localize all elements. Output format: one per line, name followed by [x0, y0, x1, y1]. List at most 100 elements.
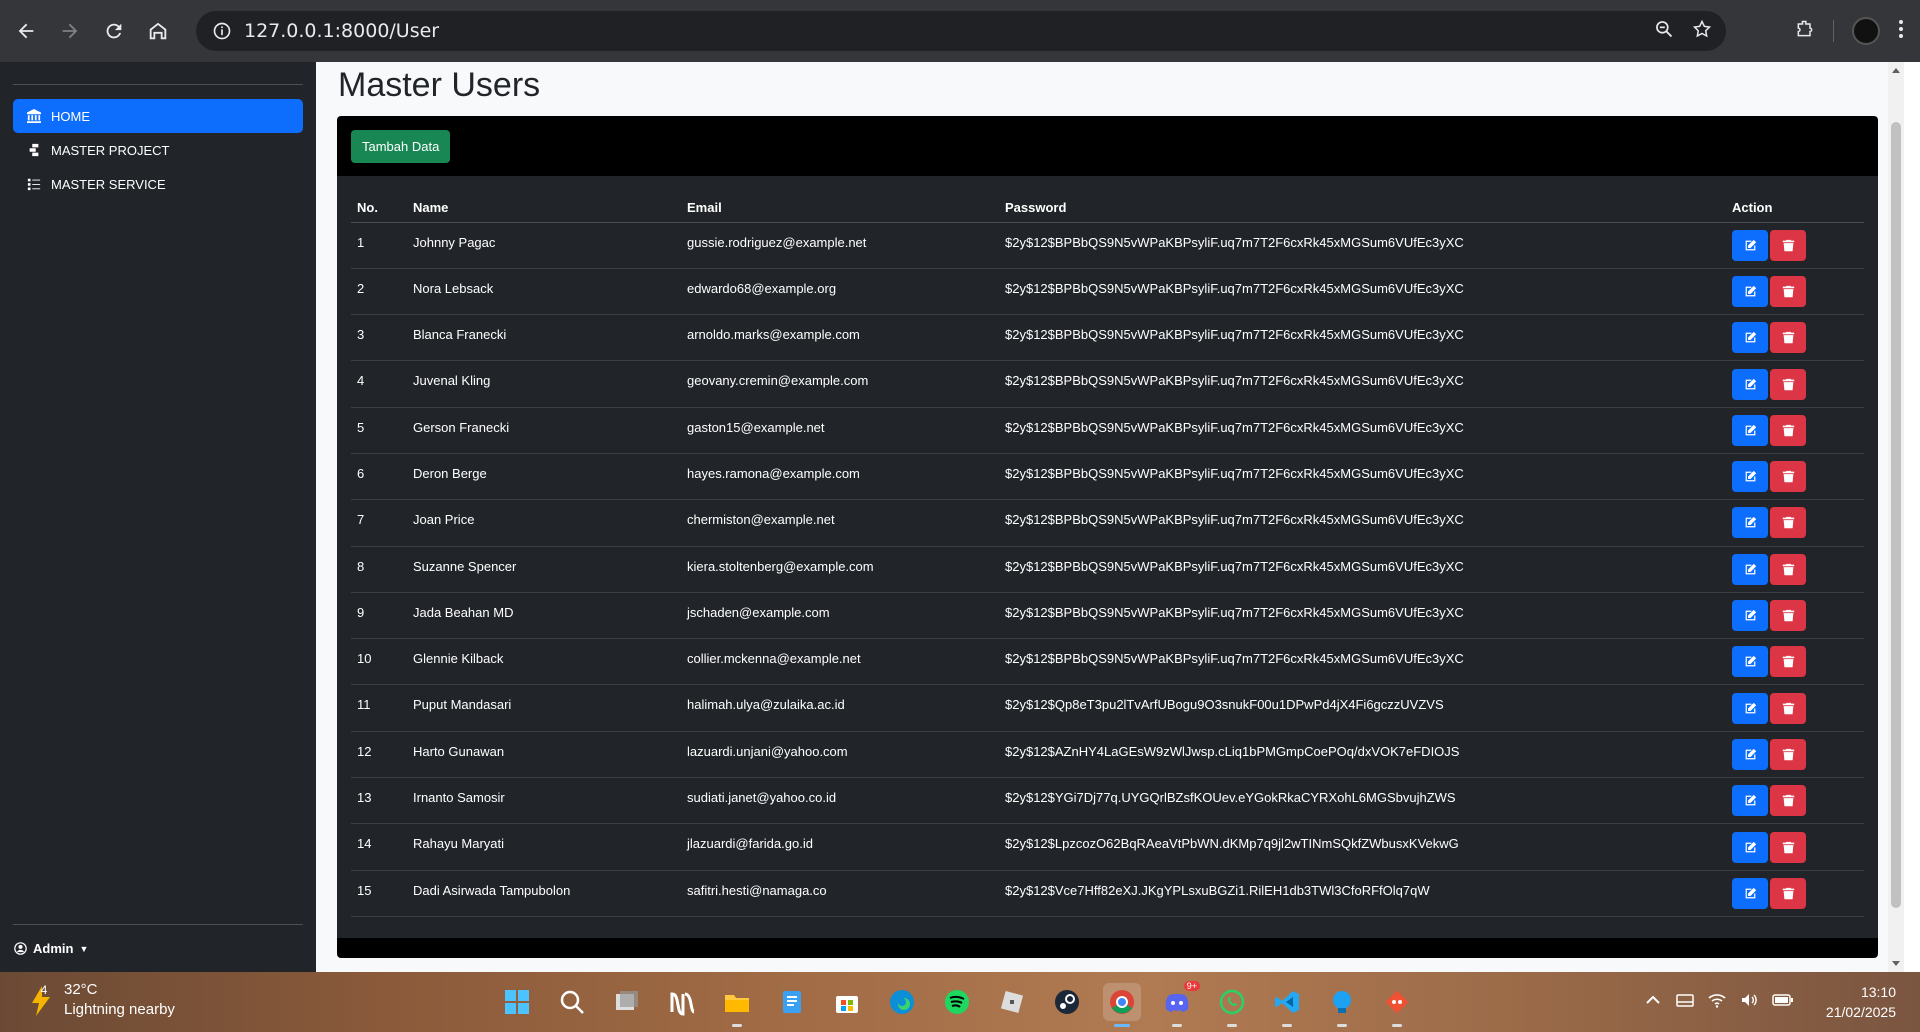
cell-password: $2y$12$BPBbQS9N5vWPaKBPsyliF.uq7m7T2F6cx… [999, 546, 1726, 593]
add-data-button[interactable]: Tambah Data [351, 129, 451, 163]
edit-button[interactable] [1732, 600, 1768, 632]
edit-button[interactable] [1732, 414, 1768, 446]
edit-icon [1745, 841, 1756, 852]
cell-password: $2y$12$BPBbQS9N5vWPaKBPsyliF.uq7m7T2F6cx… [999, 268, 1726, 316]
edge-icon[interactable] [883, 983, 921, 1021]
delete-button[interactable] [1770, 507, 1806, 539]
delete-button[interactable] [1770, 368, 1806, 400]
chrome-icon[interactable] [1103, 983, 1141, 1027]
cell-action [1726, 314, 1864, 362]
delete-button[interactable] [1770, 553, 1806, 585]
notion-icon[interactable] [663, 983, 701, 1021]
notepad-icon[interactable] [773, 983, 811, 1021]
delete-button[interactable] [1770, 877, 1806, 909]
cell-action [1726, 870, 1864, 917]
edit-button[interactable] [1732, 229, 1768, 261]
weather-widget[interactable]: 4 32°C Lightning nearby [28, 980, 175, 1020]
task-view-icon[interactable] [608, 983, 646, 1021]
edit-button[interactable] [1732, 877, 1768, 909]
table-row: 10 Glennie Kilback collier.mckenna@example… [351, 638, 1864, 686]
battery-icon[interactable] [1772, 991, 1794, 1014]
list-icon [27, 178, 41, 191]
delete-button[interactable] [1770, 600, 1806, 632]
tablet-icon[interactable] [1676, 991, 1694, 1014]
home-button[interactable] [136, 9, 180, 53]
profile-avatar[interactable] [1852, 17, 1880, 45]
more-menu-icon[interactable] [1898, 19, 1904, 44]
table-header-row: No. Name Email Password Action [351, 188, 1864, 223]
user-name: Admin [33, 941, 74, 956]
volume-icon[interactable] [1740, 991, 1758, 1014]
steam-icon[interactable] [1048, 983, 1086, 1021]
edit-button[interactable] [1732, 646, 1768, 678]
back-button[interactable] [4, 9, 48, 53]
cell-action [1726, 222, 1864, 269]
edit-icon [1745, 378, 1756, 389]
edit-button[interactable] [1732, 368, 1768, 400]
user-dropdown[interactable]: Admin ▼ [14, 941, 88, 956]
delete-button[interactable] [1770, 646, 1806, 678]
cell-no: 9 [351, 592, 407, 640]
sidebar-item-home[interactable]: HOME [13, 99, 303, 133]
spotify-icon[interactable] [938, 983, 976, 1021]
column-header-action: Action [1726, 188, 1864, 223]
delete-button[interactable] [1770, 831, 1806, 863]
page-scrollbar[interactable] [1888, 62, 1904, 972]
delete-button[interactable] [1770, 738, 1806, 770]
edit-button[interactable] [1732, 553, 1768, 585]
scroll-up-arrow[interactable] [1892, 68, 1900, 73]
discord-icon[interactable]: 9+ [1158, 981, 1200, 1027]
edit-button[interactable] [1732, 831, 1768, 863]
running-indicator [1337, 1024, 1347, 1027]
edit-button[interactable] [1732, 785, 1768, 817]
roblox-icon[interactable] [993, 983, 1031, 1021]
store-icon[interactable] [828, 983, 866, 1021]
vscode-icon[interactable] [1268, 983, 1306, 1027]
scroll-down-arrow[interactable] [1892, 961, 1900, 966]
edit-button[interactable] [1732, 507, 1768, 539]
sidebar-item-label: MASTER SERVICE [51, 176, 166, 192]
reload-button[interactable] [92, 9, 136, 53]
edit-button[interactable] [1732, 322, 1768, 354]
site-info-icon[interactable] [202, 11, 242, 51]
sidebar-item-master-project[interactable]: MASTER PROJECT [13, 133, 303, 167]
cell-no: 12 [351, 731, 407, 779]
chevron-up-icon[interactable] [1644, 991, 1662, 1014]
zoom-icon[interactable] [1654, 19, 1674, 44]
delete-button[interactable] [1770, 414, 1806, 446]
edit-button[interactable] [1732, 275, 1768, 307]
delete-button[interactable] [1770, 461, 1806, 493]
edit-button[interactable] [1732, 738, 1768, 770]
sidebar-item-master-service[interactable]: MASTER SERVICE [13, 167, 303, 201]
delete-button[interactable] [1770, 229, 1806, 261]
app-icon[interactable] [1323, 983, 1361, 1027]
arrow-right-icon [62, 23, 78, 39]
windows-start-icon[interactable] [498, 983, 536, 1021]
edit-button[interactable] [1732, 692, 1768, 724]
cell-password: $2y$12$LpzcozO62BqRAeaVtPbWN.dKMp7q9jl2w… [999, 823, 1726, 871]
trash-icon [1782, 609, 1794, 622]
bank-icon [27, 109, 41, 123]
delete-button[interactable] [1770, 275, 1806, 307]
cell-name: Suzanne Spencer [407, 546, 681, 593]
delete-button[interactable] [1770, 692, 1806, 724]
cell-name: Joan Price [407, 499, 681, 547]
cell-name: Gerson Franecki [407, 407, 681, 454]
address-bar[interactable]: 127.0.0.1:8000/User [196, 11, 1726, 51]
delete-button[interactable] [1770, 785, 1806, 817]
extensions-icon[interactable] [1795, 19, 1815, 44]
system-clock[interactable]: 13:10 21/02/2025 [1826, 982, 1896, 1022]
cell-password: $2y$12$Vce7Hff82eXJ.JKgYPLsxuBGZi1.RilEH… [999, 870, 1726, 917]
wifi-icon[interactable] [1708, 991, 1726, 1014]
scroll-thumb[interactable] [1891, 122, 1901, 908]
bookmark-star-icon[interactable] [1692, 19, 1712, 44]
git-client-icon[interactable] [1378, 983, 1416, 1027]
forward-button[interactable] [48, 9, 92, 53]
whatsapp-icon[interactable] [1213, 983, 1251, 1027]
delete-button[interactable] [1770, 322, 1806, 354]
search-icon[interactable] [553, 983, 591, 1021]
column-header-name: Name [407, 188, 681, 223]
edit-button[interactable] [1732, 461, 1768, 493]
file-explorer-icon[interactable] [718, 983, 756, 1027]
cell-no: 1 [351, 222, 407, 269]
